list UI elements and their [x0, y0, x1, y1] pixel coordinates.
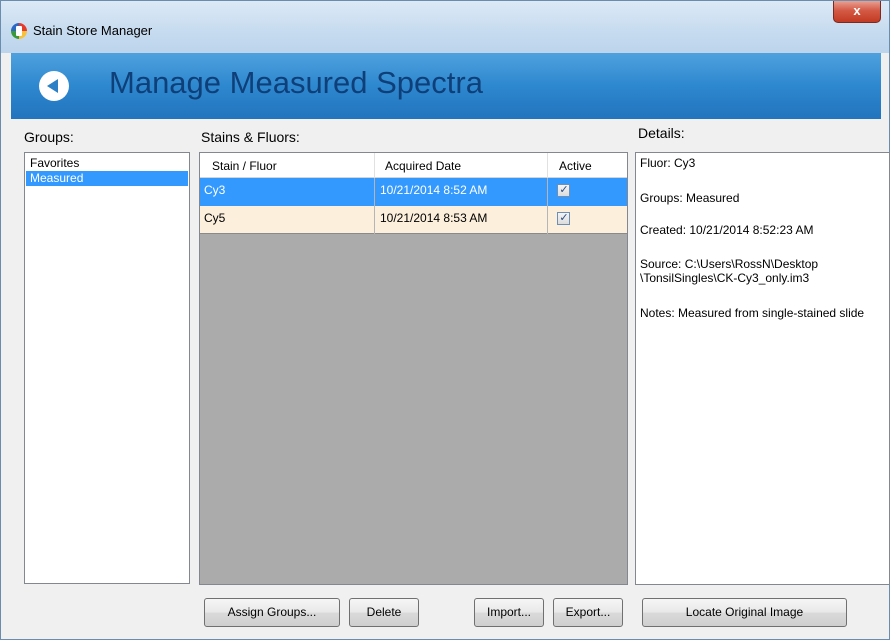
column-divider[interactable] [374, 153, 375, 178]
app-window: Stain Store Manager x Manage Measured Sp… [0, 0, 890, 640]
table-row[interactable]: Cy3 10/21/2014 8:52 AM ✓ [200, 178, 627, 206]
close-button[interactable]: x [833, 1, 881, 23]
details-notes: Notes: Measured from single-stained slid… [640, 306, 865, 320]
details-source-line1: Source: C:\Users\RossN\Desktop [640, 257, 819, 271]
details-label: Details: [638, 125, 685, 141]
export-button[interactable]: Export... [553, 598, 623, 627]
active-checkbox[interactable]: ✓ [557, 184, 570, 197]
header-banner: Manage Measured Spectra [11, 53, 881, 119]
back-arrow-icon[interactable] [39, 71, 69, 101]
locate-original-image-button[interactable]: Locate Original Image [642, 598, 847, 627]
active-checkbox[interactable]: ✓ [557, 212, 570, 225]
details-source-line2: \TonsilSingles\CK-Cy3_only.im3 [640, 271, 810, 285]
title-bar[interactable]: Stain Store Manager x [1, 1, 889, 53]
group-item-favorites[interactable]: Favorites [26, 156, 188, 171]
window-title: Stain Store Manager [33, 23, 153, 38]
groups-list[interactable]: Favorites Measured [24, 152, 190, 584]
cell-stain-name: Cy5 [204, 211, 226, 225]
app-logo-icon [11, 23, 27, 39]
column-header-stain[interactable]: Stain / Fluor [212, 153, 277, 177]
stains-grid[interactable]: Stain / Fluor Acquired Date Active Cy3 1… [199, 152, 628, 585]
group-item-measured[interactable]: Measured [26, 171, 188, 186]
cell-divider [374, 206, 375, 234]
cell-divider [547, 178, 548, 206]
checkmark-icon: ✓ [559, 212, 569, 224]
cell-divider [547, 206, 548, 234]
column-header-active[interactable]: Active [559, 153, 592, 177]
details-fluor: Fluor: Cy3 [640, 156, 696, 170]
grid-header: Stain / Fluor Acquired Date Active [200, 153, 627, 178]
cell-stain-name: Cy3 [204, 183, 226, 197]
cell-acquired-date: 10/21/2014 8:52 AM [380, 183, 488, 197]
details-groups: Groups: Measured [640, 191, 740, 205]
groups-label: Groups: [24, 129, 74, 145]
cell-acquired-date: 10/21/2014 8:53 AM [380, 211, 488, 225]
page-title: Manage Measured Spectra [109, 65, 483, 100]
assign-groups-button[interactable]: Assign Groups... [204, 598, 340, 627]
stains-label: Stains & Fluors: [201, 129, 300, 145]
table-row[interactable]: Cy5 10/21/2014 8:53 AM ✓ [200, 206, 627, 234]
import-button[interactable]: Import... [474, 598, 544, 627]
column-divider[interactable] [547, 153, 548, 178]
delete-button[interactable]: Delete [349, 598, 419, 627]
column-header-date[interactable]: Acquired Date [385, 153, 461, 177]
checkmark-icon: ✓ [559, 184, 569, 196]
cell-divider [374, 178, 375, 206]
details-created: Created: 10/21/2014 8:52:23 AM [640, 223, 814, 237]
details-panel: Fluor: Cy3 Groups: Measured Created: 10/… [635, 152, 890, 585]
